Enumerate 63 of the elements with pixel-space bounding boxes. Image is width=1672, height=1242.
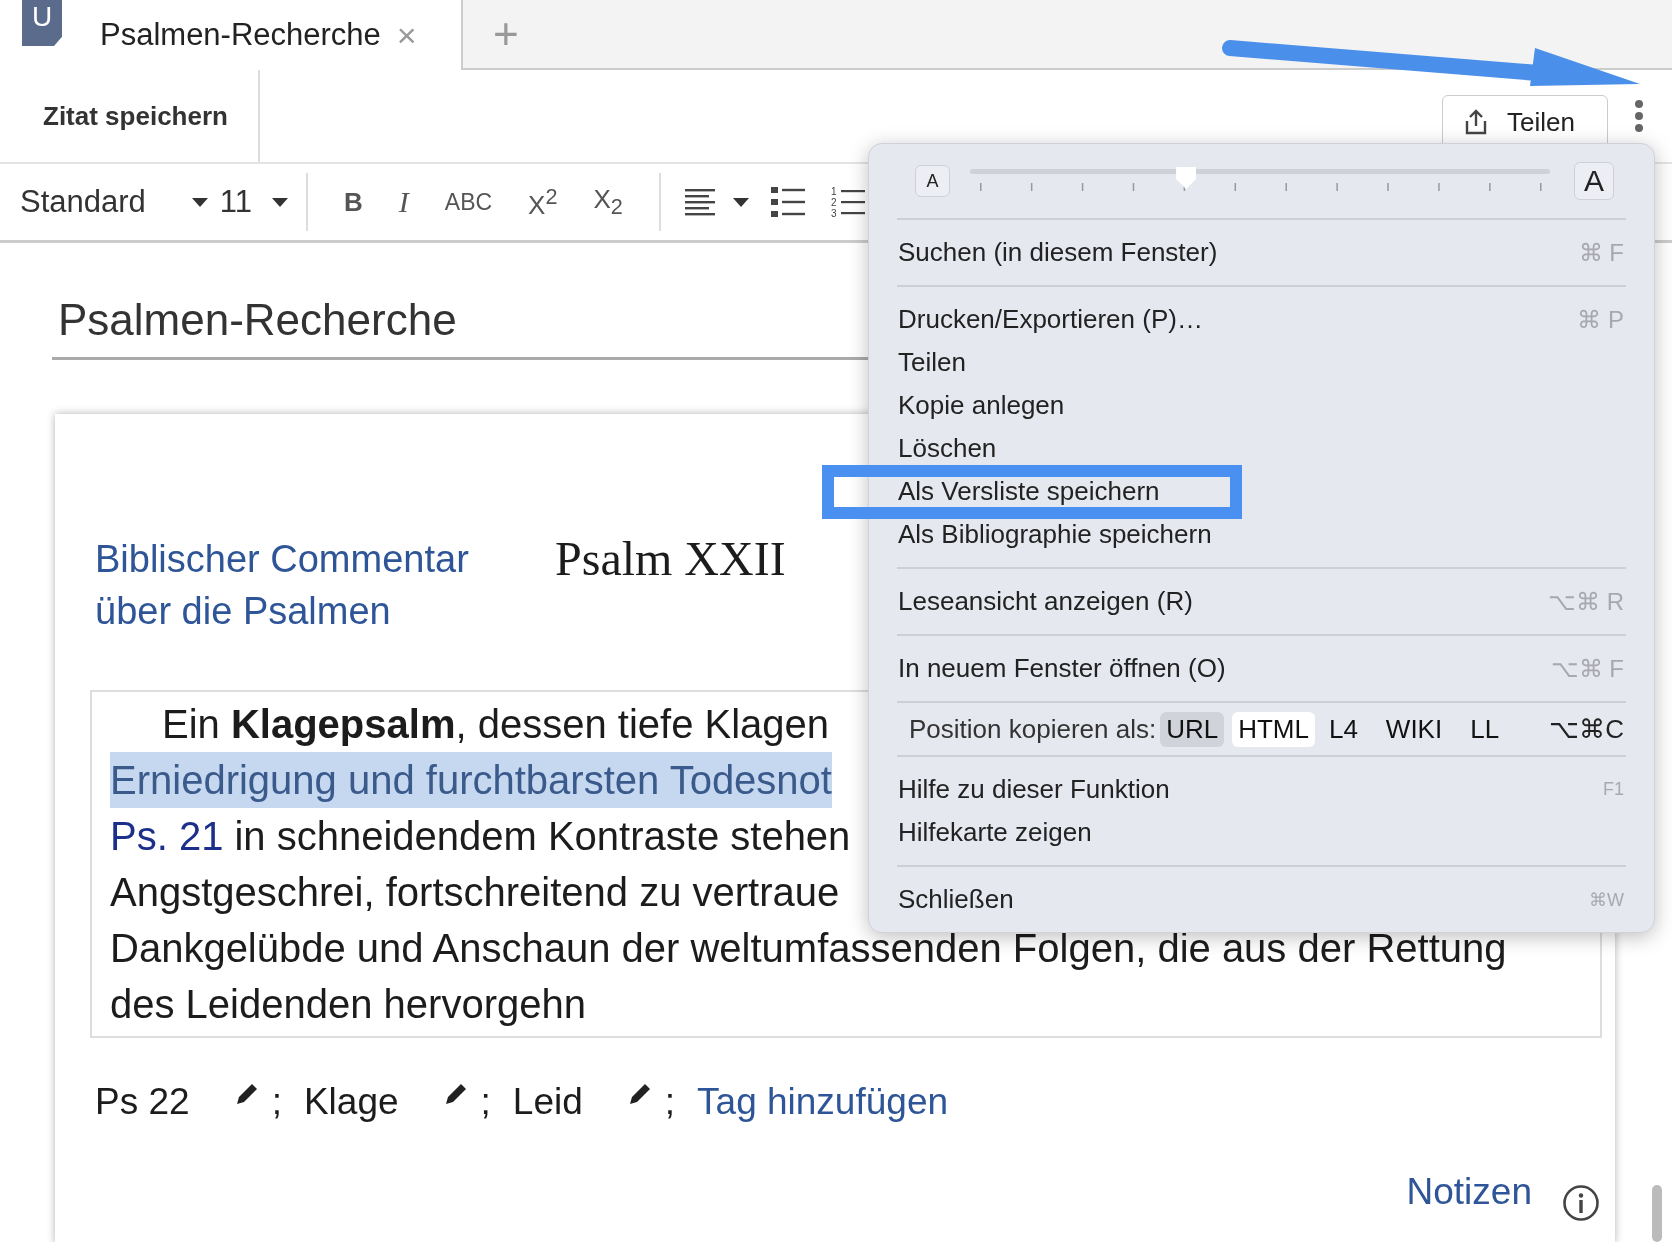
shortcut-label: ⌥⌘ R	[1548, 587, 1624, 616]
menu-item[interactable]: Schließen ⌘W	[869, 884, 1654, 915]
more-menu-icon[interactable]	[1634, 99, 1644, 133]
psalm-heading: Psalm XXII	[555, 533, 786, 585]
tag-separator: ;	[480, 1081, 491, 1123]
format-option[interactable]: L4	[1322, 711, 1364, 747]
tag-label: Leid	[512, 1081, 583, 1123]
menu-item[interactable]: Teilen	[869, 347, 1654, 378]
menu-item[interactable]: Drucken/Exportieren (P)… ⌘ P	[869, 304, 1654, 335]
menu-item[interactable]: Leseansicht anzeigen (R) ⌥⌘ R	[869, 586, 1654, 617]
menu-item[interactable]: Löschen	[869, 433, 1654, 464]
format-option[interactable]: LL	[1464, 711, 1506, 747]
shortcut-label: ⌥⌘ F	[1550, 654, 1624, 683]
menu-item[interactable]: Als Versliste speichern	[869, 476, 1654, 507]
menu-item[interactable]: Kopie anlegen	[869, 390, 1654, 421]
quote-text: Erniedrigung und furchtbarsten Todesnot	[110, 752, 832, 808]
align-left-icon[interactable]	[684, 188, 715, 216]
add-tag-link[interactable]: Tag hinzufügen	[697, 1081, 949, 1123]
shortcut-label: F1	[1603, 779, 1624, 800]
document-title: Psalmen-Recherche	[58, 295, 457, 345]
larger-text-button[interactable]: A	[1574, 162, 1614, 200]
format-option[interactable]: WIKI	[1379, 711, 1449, 747]
bullet-list-icon[interactable]	[770, 187, 805, 217]
quote-text: in schneidendem Kontraste stehen	[234, 813, 851, 860]
shortcut-label: ⌘ P	[1577, 305, 1624, 334]
quote-text: Angstgeschrei, fortschreitend zu vertraue	[110, 869, 840, 916]
menu-item[interactable]: Als Bibliographie speichern	[869, 519, 1654, 550]
scrollbar-thumb[interactable]	[1652, 1185, 1662, 1242]
menu-item[interactable]: Suchen (in diesem Fenster) ⌘ F	[869, 237, 1654, 268]
verse-link[interactable]: Ps. 21	[110, 808, 224, 864]
tag-separator: ;	[664, 1081, 676, 1123]
shortcut-label: ⌘ F	[1578, 238, 1624, 267]
shortcut-label: ⌥⌘C	[1549, 713, 1624, 745]
tag-label: Klage	[303, 1081, 399, 1123]
menu-item[interactable]: Hilfe zu dieser Funktion F1	[869, 774, 1654, 805]
smaller-text-button[interactable]: A	[915, 165, 950, 197]
quote-text: des Leidenden hervorgehn	[110, 981, 586, 1028]
copy-position-label: Position kopieren als:	[909, 713, 1157, 745]
notes-link[interactable]: Notizen	[1406, 1171, 1532, 1213]
menu-item[interactable]: In neuem Fenster öffnen (O) ⌥⌘ F	[869, 653, 1654, 684]
tab[interactable]: Psalmen-Recherche ×	[100, 0, 463, 70]
font-size-dropdown[interactable]: 11	[219, 184, 288, 220]
upload-icon	[1463, 108, 1489, 136]
format-button[interactable]: I	[398, 185, 409, 219]
format-button[interactable]: B	[344, 186, 363, 218]
app-logo: U	[22, 0, 62, 46]
tag-separator: ;	[271, 1081, 282, 1123]
format-button[interactable]: ABC	[444, 188, 493, 216]
tag-label: Ps 22	[95, 1081, 190, 1123]
menu-item[interactable]: Hilfekarte zeigen	[869, 817, 1654, 848]
quote-text: Dankgelübde und Anschaun der weltumfassenden Folgen, die aus der Rettung	[110, 925, 1507, 972]
format-option[interactable]: URL	[1160, 711, 1225, 747]
shortcut-label: ⌘W	[1589, 888, 1624, 911]
format-button[interactable]: X$_{2}$	[593, 183, 623, 221]
source-link[interactable]: Biblischer Commentar über die Psalmen	[95, 533, 525, 637]
format-button[interactable]: X$^{2}$	[528, 183, 558, 221]
quote-text: Ein Klagepsalm, dessen tiefe Klagen	[162, 701, 830, 748]
slider-thumb[interactable]	[1176, 167, 1197, 189]
caret-icon[interactable]	[732, 197, 749, 207]
style-dropdown[interactable]: Standard	[20, 184, 208, 220]
save-quote-button[interactable]: Zitat speichern	[0, 70, 260, 162]
info-icon[interactable]	[1562, 1184, 1600, 1222]
format-option[interactable]: HTML	[1232, 711, 1315, 747]
